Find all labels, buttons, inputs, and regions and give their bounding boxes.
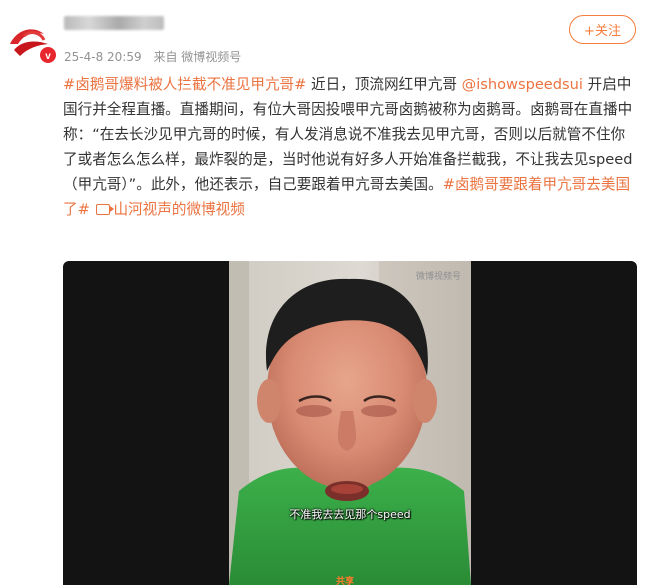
video-link[interactable]: 山河视声的微博视频	[113, 201, 244, 218]
video-player[interactable]: 微博视频号 不准我去去见那个speed 共享	[63, 261, 637, 585]
svg-text:v: v	[45, 51, 51, 62]
video-subtitle: 不准我去去见那个speed	[289, 508, 411, 521]
weibo-avatar-logo-icon: v	[5, 15, 57, 67]
post-text-part1: 近日，顶流网红甲亢哥	[306, 76, 457, 93]
video-thumbnail-image	[229, 261, 471, 585]
post-timestamp[interactable]: 25-4-8 20:59	[64, 50, 142, 64]
post-body: #卤鹅哥爆料被人拦截不准见甲亢哥# 近日，顶流网红甲亢哥 @ishowspeed…	[63, 72, 638, 222]
topic-link-1[interactable]: #卤鹅哥爆料被人拦截不准见甲亢哥#	[63, 76, 306, 93]
follow-label: +关注	[584, 24, 621, 39]
author-name-blurred[interactable]	[64, 16, 164, 30]
video-link-icon[interactable]	[96, 204, 115, 215]
avatar[interactable]: v	[4, 14, 58, 68]
post-source: 来自 微博视频号	[153, 50, 242, 64]
post-meta: 25-4-8 20:59 来自 微博视频号	[64, 48, 249, 65]
follow-button[interactable]: +关注	[569, 15, 636, 44]
mention-link[interactable]: @ishowspeedsui	[462, 76, 583, 93]
video-bottom-tag: 共享	[336, 577, 355, 585]
video-watermark: 微博视频号	[415, 272, 461, 282]
video-frame: 微博视频号 不准我去去见那个speed 共享	[229, 261, 471, 585]
